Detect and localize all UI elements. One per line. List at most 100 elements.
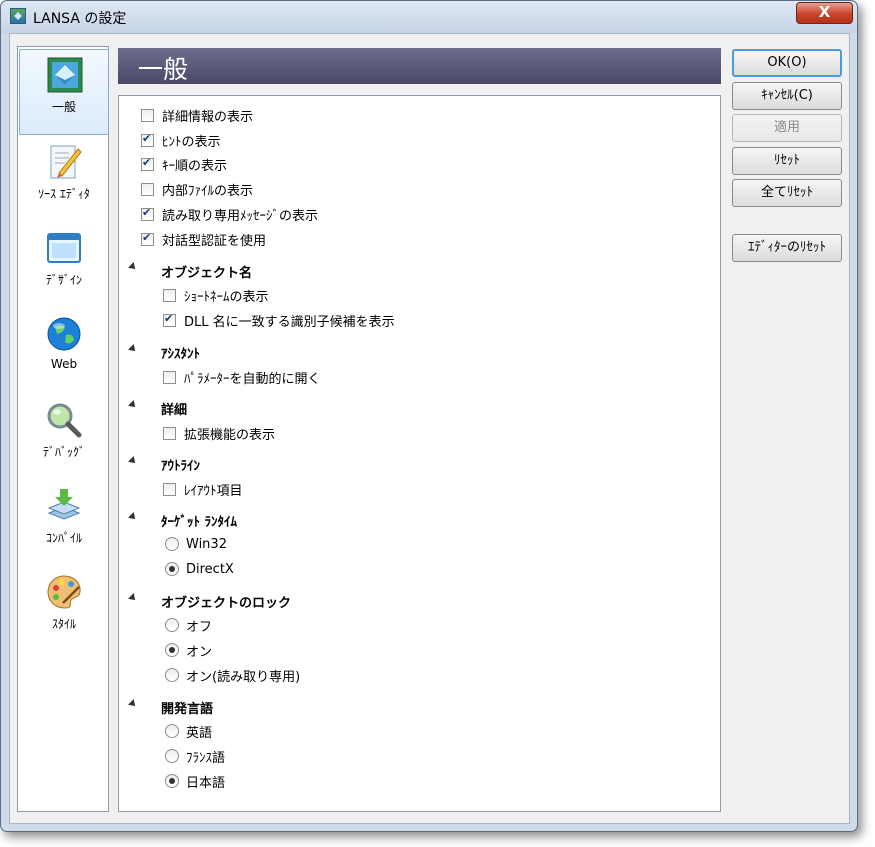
- checkbox-box[interactable]: [141, 231, 154, 246]
- checkbox-layout-items[interactable]: ﾚｲｱｳﾄ項目: [163, 479, 243, 499]
- close-button[interactable]: X: [796, 2, 853, 24]
- collapse-arrow-icon[interactable]: [128, 593, 138, 603]
- cancel-button[interactable]: ｷｬﾝｾﾙ(C): [732, 82, 842, 110]
- web-globe-icon: [47, 317, 81, 351]
- section-object-name: オブジェクト名: [161, 265, 253, 281]
- checkbox-box[interactable]: [141, 206, 154, 221]
- sidebar-item-design[interactable]: ﾃﾞｻﾞｲﾝ: [19, 223, 109, 309]
- radio-lang-japanese[interactable]: 日本語: [165, 771, 225, 791]
- checkbox-show-extensions[interactable]: 拡張機能の表示: [163, 423, 275, 443]
- checkbox-label: 読み取り専用ﾒｯｾｰｼﾞの表示: [162, 208, 319, 224]
- checkbox-box[interactable]: [163, 288, 176, 302]
- radio-label: オン(読み取り専用): [186, 669, 301, 685]
- sidebar-item-label: ｺﾝﾊﾟｲﾙ: [45, 531, 82, 545]
- collapse-arrow-icon[interactable]: [128, 400, 138, 410]
- radio-button[interactable]: [165, 562, 179, 576]
- radio-lock-off[interactable]: オフ: [165, 615, 212, 635]
- checkbox-label: ﾋﾝﾄの表示: [162, 134, 221, 150]
- radio-label: オン: [186, 644, 213, 660]
- sidebar-item-label: Web: [50, 357, 78, 371]
- checkbox-show-internal-files[interactable]: 内部ﾌｧｲﾙの表示: [141, 179, 253, 199]
- radio-lang-french[interactable]: ﾌﾗﾝｽ語: [165, 746, 225, 766]
- ok-button[interactable]: OK(O): [732, 49, 842, 77]
- sidebar-item-compile[interactable]: ｺﾝﾊﾟｲﾙ: [19, 481, 109, 567]
- checkbox-auto-open-params[interactable]: ﾊﾟﾗﾒｰﾀｰを自動的に開く: [163, 367, 321, 387]
- sidebar-item-label: 一般: [51, 100, 76, 114]
- checkbox-box[interactable]: [141, 182, 154, 196]
- radio-button[interactable]: [165, 724, 179, 738]
- radio-button[interactable]: [165, 749, 179, 763]
- checkbox-label: ｷｰ順の表示: [162, 158, 228, 174]
- reset-all-button[interactable]: 全てﾘｾｯﾄ: [732, 179, 842, 207]
- radio-button[interactable]: [165, 643, 179, 657]
- checkbox-label: 拡張機能の表示: [184, 427, 276, 443]
- radio-directx[interactable]: DirectX: [165, 559, 234, 579]
- source-editor-icon: [50, 145, 82, 179]
- radio-button[interactable]: [165, 774, 179, 788]
- checkbox-box[interactable]: [141, 132, 154, 147]
- checkbox-box[interactable]: [141, 156, 154, 171]
- checkbox-show-short-name[interactable]: ｼｮｰﾄﾈｰﾑの表示: [163, 285, 269, 305]
- radio-lock-readonly[interactable]: オン(読み取り専用): [165, 665, 300, 685]
- sidebar-item-source-editor[interactable]: ｿｰｽ ｴﾃﾞｨﾀ: [19, 137, 109, 223]
- checkbox-box[interactable]: [163, 312, 176, 327]
- page-header: 一般: [118, 48, 721, 84]
- checkbox-label: ﾚｲｱｳﾄ項目: [184, 483, 243, 499]
- checkbox-show-detail[interactable]: 詳細情報の表示: [141, 105, 253, 125]
- sidebar-item-label: ｽﾀｲﾙ: [51, 617, 76, 631]
- checkbox-box[interactable]: [163, 482, 176, 496]
- checkbox-label: DLL 名に一致する識別子候補を表示: [184, 314, 395, 330]
- section-object-lock: オブジェクトのロック: [161, 595, 292, 611]
- checkbox-label: ｼｮｰﾄﾈｰﾑの表示: [184, 289, 269, 305]
- checkbox-show-readonly-messages[interactable]: 読み取り専用ﾒｯｾｰｼﾞの表示: [141, 204, 318, 224]
- collapse-arrow-icon[interactable]: [128, 262, 138, 272]
- lansa-app-icon: [10, 8, 26, 24]
- section-assistant: ｱｼｽﾀﾝﾄ: [161, 346, 200, 362]
- radio-button[interactable]: [165, 668, 179, 682]
- radio-win32[interactable]: Win32: [165, 534, 227, 554]
- radio-button[interactable]: [165, 537, 179, 551]
- design-icon: [47, 233, 81, 263]
- sidebar-item-label: ﾃﾞﾊﾞｯｸﾞ: [42, 445, 85, 459]
- style-palette-icon: [47, 575, 81, 609]
- sidebar-item-general[interactable]: 一般: [19, 49, 109, 135]
- checkbox-box[interactable]: [141, 108, 154, 122]
- checkbox-label: 内部ﾌｧｲﾙの表示: [162, 183, 254, 199]
- checkbox-box[interactable]: [163, 370, 176, 384]
- checkbox-dll-candidates[interactable]: DLL 名に一致する識別子候補を表示: [163, 310, 395, 330]
- radio-label: 英語: [186, 725, 213, 741]
- radio-label: オフ: [186, 619, 213, 635]
- page-title: 一般: [138, 55, 189, 84]
- section-outline: ｱｳﾄﾗｲﾝ: [161, 458, 200, 474]
- section-detail: 詳細: [161, 402, 188, 418]
- editor-reset-button[interactable]: ｴﾃﾞｨﾀｰのﾘｾｯﾄ: [732, 234, 842, 262]
- sidebar-item-debug[interactable]: ﾃﾞﾊﾞｯｸﾞ: [19, 395, 109, 481]
- sidebar-item-style[interactable]: ｽﾀｲﾙ: [19, 567, 109, 653]
- debug-magnifier-icon: [47, 403, 82, 438]
- checkbox-show-key-order[interactable]: ｷｰ順の表示: [141, 154, 227, 174]
- checkbox-show-hint[interactable]: ﾋﾝﾄの表示: [141, 130, 221, 150]
- reset-button[interactable]: ﾘｾｯﾄ: [732, 147, 842, 175]
- radio-label: ﾌﾗﾝｽ語: [186, 750, 226, 766]
- checkbox-label: 詳細情報の表示: [162, 109, 254, 125]
- collapse-arrow-icon[interactable]: [128, 456, 138, 466]
- radio-lang-english[interactable]: 英語: [165, 721, 212, 741]
- radio-button[interactable]: [165, 618, 179, 632]
- collapse-arrow-icon[interactable]: [128, 344, 138, 354]
- radio-lock-on[interactable]: オン: [165, 640, 212, 660]
- sidebar-item-web[interactable]: Web: [19, 309, 109, 395]
- compile-icon: [47, 489, 81, 520]
- collapse-arrow-icon[interactable]: [128, 699, 138, 709]
- general-icon: [47, 57, 83, 93]
- settings-panel: 詳細情報の表示 ﾋﾝﾄの表示 ｷｰ順の表示 内部ﾌｧｲﾙの表示 読み取り専用ﾒｯ…: [118, 95, 721, 812]
- apply-button[interactable]: 適用: [732, 114, 842, 142]
- checkbox-interactive-auth[interactable]: 対話型認証を使用: [141, 229, 266, 249]
- collapse-arrow-icon[interactable]: [128, 512, 138, 522]
- checkbox-box[interactable]: [163, 426, 176, 440]
- section-target-runtime: ﾀｰｹﾞｯﾄ ﾗﾝﾀｲﾑ: [161, 514, 238, 530]
- section-dev-language: 開発言語: [161, 701, 214, 717]
- title-bar[interactable]: LANSA の設定 X: [1, 1, 857, 33]
- window-title: LANSA の設定: [33, 11, 127, 27]
- checkbox-label: ﾊﾟﾗﾒｰﾀｰを自動的に開く: [184, 371, 321, 387]
- radio-label: DirectX: [186, 561, 234, 577]
